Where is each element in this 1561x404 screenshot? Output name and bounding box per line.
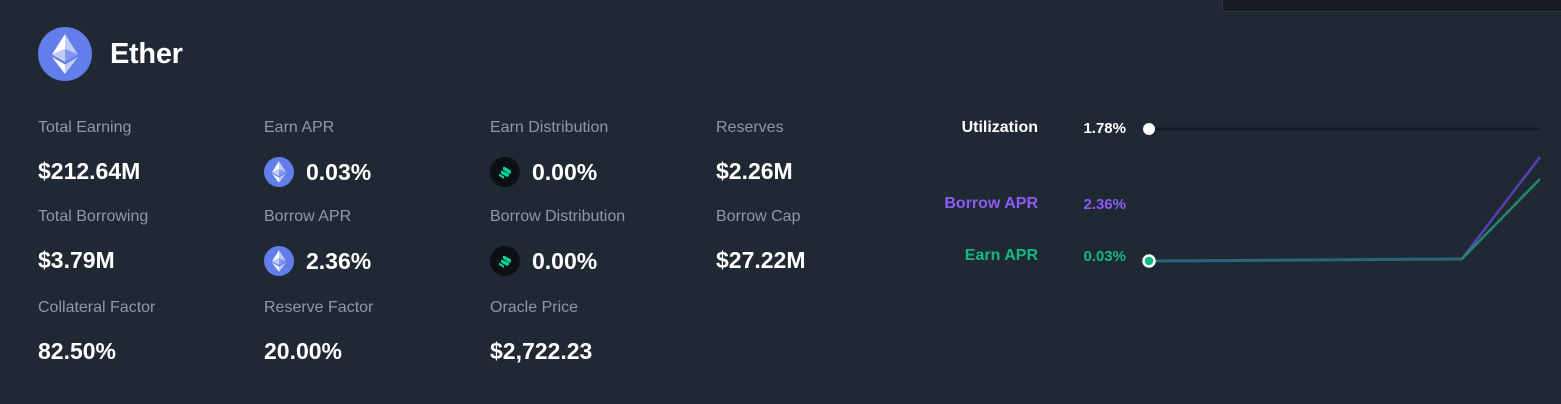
borrow-apr-curve: [1460, 156, 1541, 260]
earn-apr-curve: [1460, 178, 1541, 260]
utilization-marker[interactable]: [1143, 123, 1155, 135]
market-detail-panel: Ether Total Earning $212.64M Total Borro…: [0, 0, 1561, 404]
combined-apr-curve: [1148, 257, 1462, 263]
earn-apr-marker[interactable]: [1142, 254, 1156, 268]
interest-rate-curve-chart: [1142, 123, 1541, 268]
